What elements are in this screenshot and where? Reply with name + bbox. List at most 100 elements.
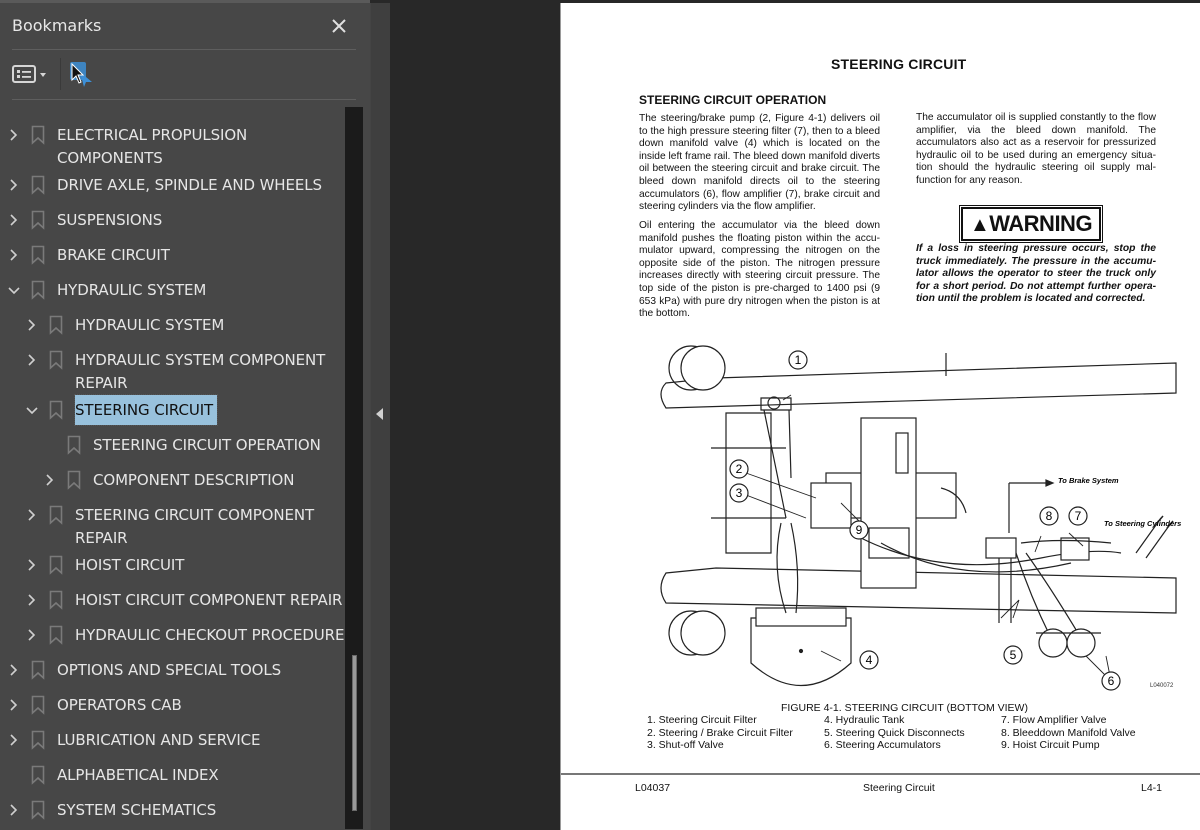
bookmark-label[interactable]: OPTIONS AND SPECIAL TOOLS [57, 659, 281, 682]
svg-text:4: 4 [866, 653, 873, 667]
scrollbar-thumb[interactable] [352, 655, 357, 811]
bookmark-label[interactable]: ELECTRICAL PROPULSION COMPONENTS [57, 124, 247, 169]
chevron-right-icon[interactable] [7, 799, 21, 821]
bookmark-icon [67, 470, 81, 490]
bookmark-label[interactable]: HYDRAULIC SYSTEM [75, 314, 224, 337]
bookmark-label[interactable]: BRAKE CIRCUIT [57, 244, 170, 267]
collapse-panel-arrow-icon[interactable] [376, 408, 383, 420]
legend-item: 3. Shut-off Valve [647, 739, 724, 751]
bookmark-label[interactable]: HYDRAULIC SYSTEM [57, 279, 206, 302]
chevron-right-icon[interactable] [7, 124, 21, 146]
bookmark-icon [31, 125, 45, 145]
warning-text: If a loss in steering pressure occurs, s… [916, 243, 1156, 305]
close-icon [332, 19, 346, 33]
bookmark-label[interactable]: SYSTEM SCHEMATICS [57, 799, 216, 822]
legend-item: 4. Hydraulic Tank [824, 714, 905, 726]
legend-item: 2. Steering / Brake Circuit Filter [647, 726, 793, 739]
svg-text:5: 5 [1010, 648, 1017, 662]
callout-4: 4 [859, 650, 879, 670]
svg-text:8: 8 [1046, 509, 1053, 523]
svg-text:9: 9 [856, 523, 863, 537]
chevron-right-icon[interactable] [7, 209, 21, 231]
bookmarks-toolbar [0, 53, 360, 97]
bookmark-icon [49, 505, 63, 525]
svg-text:2: 2 [736, 462, 743, 476]
steering-circuit-figure: 1 2 3 4 5 6 7 8 9 To Brake System To Steering Cy… [660, 345, 1181, 691]
warning-triangle-icon: ▲ [969, 214, 990, 236]
legend-item: 9. Hoist Circuit Pump [1001, 739, 1100, 751]
footer-section-title: Steering Circuit [863, 782, 935, 794]
svg-text:7: 7 [1075, 509, 1082, 523]
bookmark-icon [31, 210, 45, 230]
bookmark-icon [31, 175, 45, 195]
chevron-right-icon[interactable] [7, 694, 21, 716]
bookmark-icon [31, 695, 45, 715]
bookmark-icon [31, 245, 45, 265]
bookmark-icon [49, 350, 63, 370]
svg-text:6: 6 [1108, 674, 1115, 688]
toolbar-separator [60, 58, 61, 90]
warning-label: ▲WARNING [959, 205, 1103, 243]
bookmark-label[interactable]: SUSPENSIONS [57, 209, 162, 232]
legend-item: 8. Bleeddown Manifold Valve [1001, 726, 1136, 739]
bookmark-label[interactable]: HYDRAULIC CHECKOUT PROCEDURE [75, 624, 344, 647]
figure-drawing [660, 345, 1177, 687]
bookmark-label[interactable]: HOIST CIRCUIT COMPONENT REPAIR [75, 589, 342, 612]
bookmark-tree: ELECTRICAL PROPULSION COMPONENTS DRIVE AX… [0, 107, 345, 829]
bookmark-label[interactable]: STEERING CIRCUIT [73, 394, 219, 426]
footer-doc-number: L04037 [635, 782, 671, 794]
chevron-right-icon[interactable] [25, 624, 39, 646]
bookmark-label[interactable]: STEERING CIRCUIT COMPONENT REPAIR [75, 504, 314, 549]
chevron-right-icon[interactable] [43, 469, 57, 491]
chevron-down-icon[interactable] [25, 399, 39, 421]
bookmark-icon [49, 625, 63, 645]
chevron-right-icon[interactable] [25, 504, 39, 526]
chevron-right-icon[interactable] [7, 729, 21, 751]
legend-column: 1. Steering Circuit Filter 2. Steering /… [647, 714, 793, 752]
legend-column: 4. Hydraulic Tank 5. Steering Quick Disc… [824, 714, 965, 752]
legend-item: 7. Flow Amplifier Valve [1001, 714, 1107, 726]
bookmark-icon [49, 400, 63, 420]
image-code: L040072 [1150, 683, 1174, 689]
bookmark-label[interactable]: ALPHABETICAL INDEX [57, 764, 219, 787]
bookmark-label[interactable]: STEERING CIRCUIT OPERATION [93, 434, 321, 457]
figure-caption: FIGURE 4-1. STEERING CIRCUIT (BOTTOM VIE… [781, 702, 1028, 714]
chevron-right-icon[interactable] [7, 244, 21, 266]
footer-rule [561, 773, 1200, 775]
bookmark-icon [67, 435, 81, 455]
callout-8: 8 [1039, 506, 1059, 526]
options-menu-button[interactable] [12, 63, 52, 87]
page-title: STEERING CIRCUIT [831, 56, 967, 72]
chevron-right-icon[interactable] [7, 174, 21, 196]
bookmark-icon [31, 765, 45, 785]
svg-text:1: 1 [795, 353, 802, 367]
document-page: STEERING CIRCUIT STEERING CIRCUIT OPERAT… [560, 3, 1200, 830]
warning-label-text: WARNING [989, 211, 1093, 236]
bookmark-label[interactable]: DRIVE AXLE, SPINDLE AND WHEELS [57, 174, 322, 197]
close-panel-button[interactable] [326, 13, 352, 39]
bookmark-label[interactable]: OPERATORS CAB [57, 694, 182, 717]
chevron-right-icon[interactable] [25, 589, 39, 611]
chevron-down-icon[interactable] [7, 279, 21, 301]
bookmark-icon [31, 280, 45, 300]
chevron-right-icon[interactable] [25, 314, 39, 336]
panel-title: Bookmarks [12, 16, 102, 35]
bookmark-icon [49, 555, 63, 575]
footer-page-number: L4-1 [1141, 782, 1163, 794]
bookmark-label[interactable]: LUBRICATION AND SERVICE [57, 729, 261, 752]
bookmark-icon [31, 800, 45, 820]
chevron-right-icon[interactable] [25, 554, 39, 576]
body-paragraph: Oil entering the accumulator via the ble… [639, 220, 880, 320]
svg-text:3: 3 [736, 486, 743, 500]
legend-item: 1. Steering Circuit Filter [647, 714, 757, 726]
bookmark-label[interactable]: COMPONENT DESCRIPTION [93, 469, 294, 492]
callout-5: 5 [1003, 645, 1023, 665]
chevron-right-icon[interactable] [7, 659, 21, 681]
legend-item: 5. Steering Quick Disconnects [824, 726, 965, 739]
find-current-bookmark-button[interactable] [68, 60, 96, 88]
dropdown-caret-icon [40, 73, 46, 77]
chevron-right-icon[interactable] [25, 349, 39, 371]
bookmark-label[interactable]: HYDRAULIC SYSTEM COMPONENT REPAIR [75, 349, 325, 394]
callout-9: 9 [849, 520, 869, 540]
bookmark-label[interactable]: HOIST CIRCUIT [75, 554, 184, 577]
